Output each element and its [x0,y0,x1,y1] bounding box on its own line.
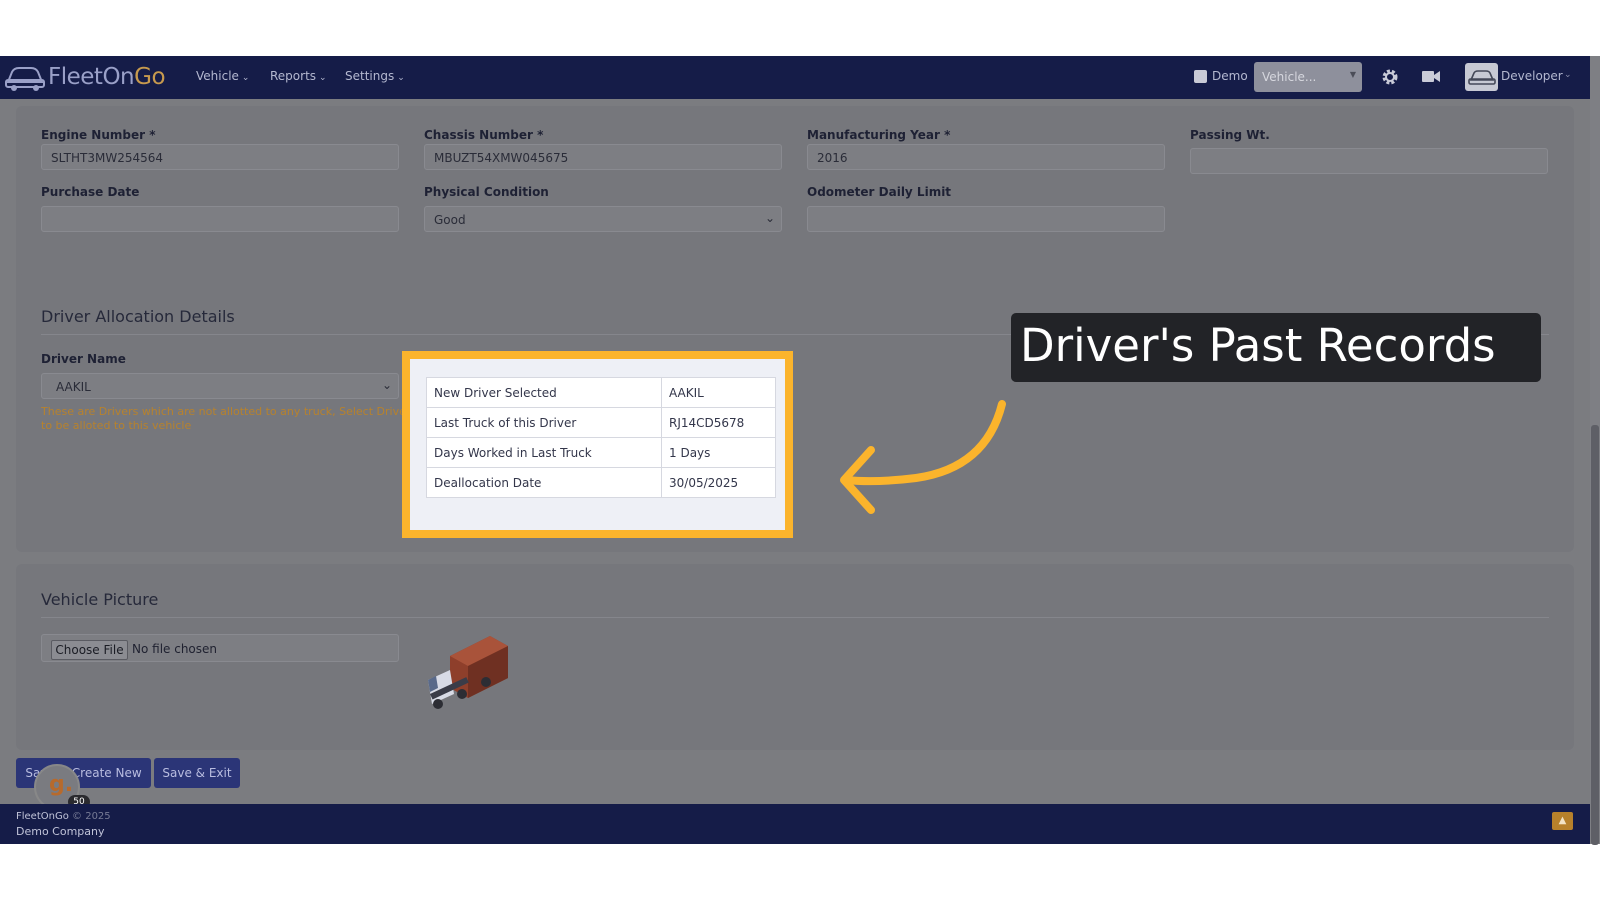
record-key: Last Truck of this Driver [426,407,662,438]
section-divider [41,617,1549,618]
record-key: Deallocation Date [426,467,662,498]
physical-condition-label: Physical Condition [424,185,549,199]
chassis-number-label: Chassis Number * [424,128,544,142]
record-value: RJ14CD5678 [661,407,776,438]
table-row: Deallocation Date 30/05/2025 [426,467,776,498]
driver-past-records-highlight: New Driver Selected AAKIL Last Truck of … [402,351,793,538]
table-row: New Driver Selected AAKIL [426,377,776,408]
chevron-down-icon: ⌄ [381,378,392,392]
record-value: 1 Days [661,437,776,468]
driver-past-records-table: New Driver Selected AAKIL Last Truck of … [426,377,776,498]
record-key: Days Worked in Last Truck [426,437,662,468]
record-value: 30/05/2025 [661,467,776,498]
choose-file-button[interactable]: Choose File [51,640,128,660]
chassis-number-input[interactable]: MBUZT54XMW045675 [424,144,782,170]
guidde-g-icon: g. [49,772,74,797]
passing-wt-label: Passing Wt. [1190,128,1270,142]
demo-label: Demo [1212,69,1248,83]
user-avatar[interactable] [1465,63,1498,91]
engine-number-input[interactable]: SLTHT3MW254564 [41,144,399,170]
chevron-down-icon[interactable]: ⌄ [1564,70,1572,80]
footer-brand: FleetOnGo © 2025 [16,811,111,822]
odometer-daily-limit-label: Odometer Daily Limit [807,185,952,199]
vehicle-select-placeholder: Vehicle... [1262,70,1317,84]
user-name[interactable]: Developer [1501,69,1563,83]
driver-name-select[interactable]: AAKIL ⌄ [41,373,399,399]
logo[interactable]: FleetOnGo [4,62,166,92]
nav-reports-menu[interactable]: Reports ⌄ [270,69,327,83]
chevron-down-icon: ⌄ [241,73,250,83]
chevron-down-icon: ⌄ [319,73,327,83]
logo-text: FleetOnGo [48,64,166,90]
driver-allocation-title: Driver Allocation Details [41,307,235,326]
footer: FleetOnGo © 2025 Demo Company [0,804,1590,844]
car-icon [1468,70,1496,85]
record-key: New Driver Selected [426,377,662,408]
purchase-date-label: Purchase Date [41,185,140,199]
annotation-arrow-icon [840,400,1006,514]
video-camera-icon[interactable] [1422,69,1440,84]
car-logo-icon [5,67,45,91]
screen: { "navbar": { "logo_text_a": "FleetOn", … [0,0,1600,900]
gear-icon[interactable] [1380,67,1400,87]
table-row: Days Worked in Last Truck 1 Days [426,437,776,468]
demo-checkbox[interactable] [1194,70,1207,83]
driver-hint-text: These are Drivers which are not allotted… [41,405,411,432]
vehicle-picture-title: Vehicle Picture [41,590,159,609]
physical-condition-select[interactable]: Good ⌄ [424,206,782,232]
chevron-down-icon: ⌄ [764,211,775,225]
record-value: AAKIL [661,377,776,408]
save-and-exit-button[interactable]: Save & Exit [154,758,240,788]
manufacturing-year-input[interactable]: 2016 [807,144,1165,170]
truck-image [428,636,508,709]
annotation-callout: Driver's Past Records [1011,313,1541,382]
nav-vehicle-menu[interactable]: Vehicle ⌄ [196,69,249,83]
callout-text: Driver's Past Records [1020,319,1496,372]
footer-company: Demo Company [16,825,105,838]
top-navbar: FleetOnGo Vehicle ⌄ Reports ⌄ Settings ⌄ De… [0,56,1590,99]
purchase-date-input[interactable] [41,206,399,232]
nav-settings-menu[interactable]: Settings ⌄ [345,69,405,83]
passing-wt-input[interactable] [1190,148,1548,174]
table-row: Last Truck of this Driver RJ14CD5678 [426,407,776,438]
no-file-text: No file chosen [132,642,218,656]
engine-number-label: Engine Number * [41,128,156,142]
caret-down-icon: ▼ [1349,70,1356,79]
scroll-to-top-icon[interactable]: ▲ [1552,812,1573,830]
chevron-down-icon: ⌄ [397,73,405,83]
vehicle-select[interactable]: Vehicle... ▼ [1254,62,1362,92]
odometer-daily-limit-input[interactable] [807,206,1165,232]
driver-name-label: Driver Name [41,352,126,366]
manufacturing-year-label: Manufacturing Year * [807,128,951,142]
scrollbar-thumb[interactable] [1591,425,1599,845]
